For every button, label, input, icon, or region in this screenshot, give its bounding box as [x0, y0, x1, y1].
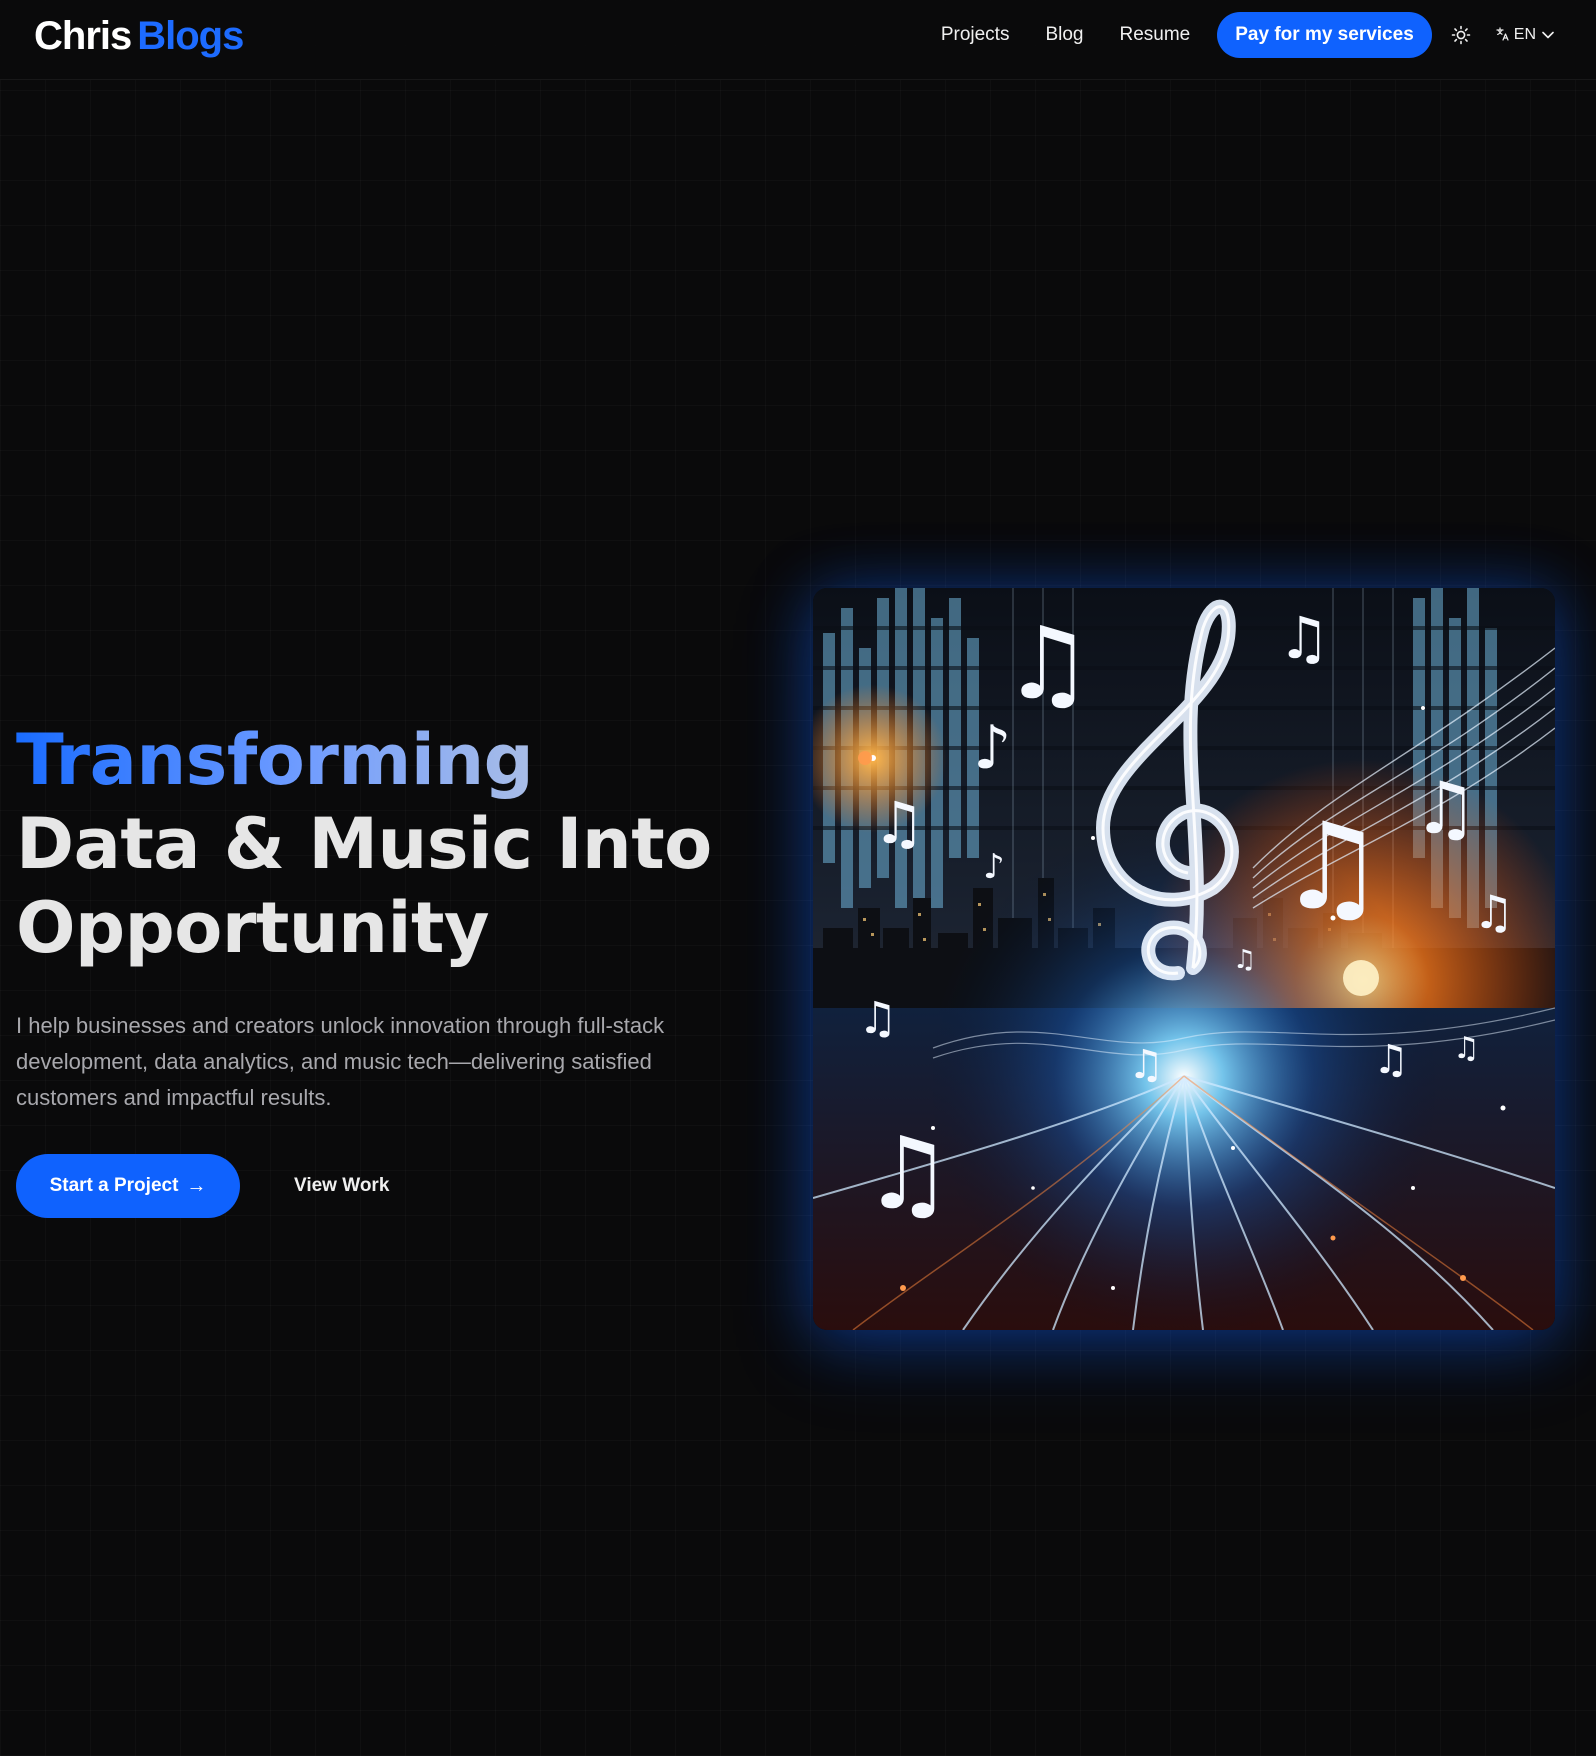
start-project-button[interactable]: Start a Project →: [16, 1154, 240, 1218]
svg-text:♫: ♫: [1003, 605, 1093, 722]
svg-text:♫: ♫: [1413, 766, 1478, 850]
pay-for-services-button[interactable]: Pay for my services: [1217, 12, 1432, 58]
chevron-down-icon: [1542, 26, 1554, 44]
svg-text:♫: ♫: [863, 1115, 953, 1232]
svg-text:♫: ♫: [1233, 945, 1256, 975]
hero-title: Transforming Data & Music Into Opportuni…: [16, 718, 712, 970]
svg-text:♫: ♫: [873, 789, 925, 857]
hero-subtitle: I help businesses and creators unlock in…: [16, 1013, 665, 1110]
svg-text:♫: ♫: [1128, 1042, 1164, 1088]
language-selector[interactable]: EN: [1496, 26, 1554, 44]
language-code: EN: [1513, 26, 1536, 43]
hero-title-line-3: Opportunity: [16, 887, 490, 969]
svg-text:♪: ♪: [983, 847, 1005, 887]
svg-text:♫: ♫: [1373, 1037, 1409, 1083]
svg-text:♫: ♫: [1278, 604, 1330, 672]
svg-text:♪: ♪: [973, 713, 1011, 783]
hero-cta-row: Start a Project → View Work: [16, 1154, 389, 1218]
svg-text:♫: ♫: [858, 993, 897, 1044]
sun-icon[interactable]: [1450, 24, 1472, 46]
nav-link-resume[interactable]: Resume: [1120, 24, 1191, 46]
svg-text:♫: ♫: [1453, 1031, 1480, 1066]
svg-text:♫: ♫: [1473, 885, 1514, 939]
logo-second-word: Blogs: [137, 14, 244, 58]
arrow-right-icon: →: [186, 1174, 207, 1197]
main-nav: Projects Blog Resume Pay for my services: [941, 12, 1554, 58]
site-header: Chris Blogs Projects Blog Resume Pay for …: [0, 0, 1596, 80]
logo-first-word: Chris: [34, 14, 132, 58]
nav-link-blog[interactable]: Blog: [1045, 24, 1083, 46]
start-project-label: Start a Project: [49, 1175, 179, 1196]
view-work-link[interactable]: View Work: [294, 1175, 389, 1197]
translate-icon: [1496, 26, 1510, 44]
hero-title-accent: Transforming: [16, 719, 534, 801]
site-logo[interactable]: Chris Blogs: [34, 14, 244, 58]
music-data-artwork: ♫ ♪ ♫ ♪ ♫ ♫ ♫ ♫ ♫ ♫ ♫ ♫ ♫ ♫: [813, 588, 1555, 1330]
nav-link-projects[interactable]: Projects: [941, 24, 1010, 46]
hero-image: ♫ ♪ ♫ ♪ ♫ ♫ ♫ ♫ ♫ ♫ ♫ ♫ ♫ ♫: [813, 588, 1555, 1330]
hero-title-line-2: Data & Music Into: [16, 803, 712, 885]
